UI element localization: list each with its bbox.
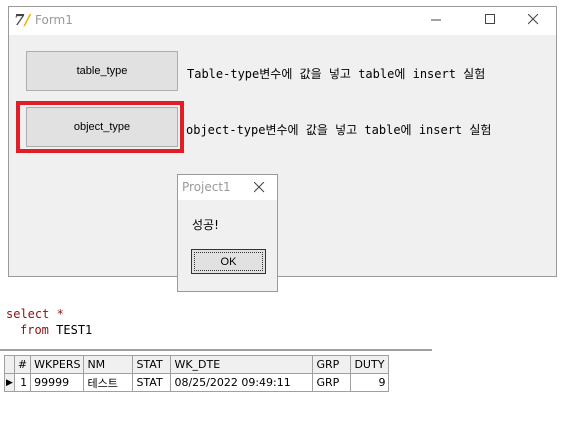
- object-type-description: object-type변수에 값을 넣고 table에 insert 실험: [186, 123, 492, 137]
- grid-indicator-header: [4, 355, 15, 374]
- cell-wkpers[interactable]: 99999: [30, 373, 85, 392]
- result-grid[interactable]: # WKPERS NM STAT WK_DTE GRP DUTY ▶ 1 999…: [4, 355, 390, 392]
- ok-button[interactable]: OK: [191, 249, 266, 274]
- cell-index[interactable]: 1: [13, 373, 32, 392]
- grid-header-grp[interactable]: GRP: [312, 355, 352, 374]
- editor-grid-splitter[interactable]: [0, 349, 432, 351]
- form1-title: Form1: [35, 13, 73, 27]
- message-dialog: Project1 성공! OK: [177, 174, 278, 292]
- dialog-title: Project1: [182, 180, 231, 194]
- grid-header-row: # WKPERS NM STAT WK_DTE GRP DUTY: [4, 355, 390, 374]
- dialog-titlebar[interactable]: Project1: [178, 175, 277, 200]
- dialog-message: 성공!: [192, 218, 219, 232]
- sql-keyword-select: select: [6, 307, 50, 321]
- cell-duty[interactable]: 9: [350, 373, 390, 392]
- cell-grp[interactable]: GRP: [312, 373, 352, 392]
- grid-header-duty[interactable]: DUTY: [350, 355, 390, 374]
- minimize-button[interactable]: [413, 7, 459, 35]
- cell-stat[interactable]: STAT: [132, 373, 172, 392]
- maximize-button[interactable]: [467, 7, 513, 35]
- highlight-box: [16, 101, 184, 153]
- close-button[interactable]: [510, 7, 556, 35]
- delphi-app-icon: 7/: [14, 11, 30, 29]
- cell-wk-dte[interactable]: 08/25/2022 09:49:11: [170, 373, 314, 392]
- minimize-icon: [430, 19, 441, 21]
- grid-header-wkpers[interactable]: WKPERS: [30, 355, 85, 374]
- grid-header-stat[interactable]: STAT: [132, 355, 172, 374]
- form1-titlebar[interactable]: 7/ Form1: [9, 7, 556, 35]
- grid-header-wk-dte[interactable]: WK_DTE: [170, 355, 314, 374]
- table-type-description: Table-type변수에 값을 넣고 table에 insert 실험: [187, 67, 486, 81]
- close-icon: [527, 13, 538, 25]
- row-indicator-icon: ▶: [4, 373, 15, 392]
- sql-line-1: select *: [6, 307, 64, 321]
- sql-line-2: from TEST1: [20, 323, 92, 337]
- cell-nm[interactable]: 테스트: [83, 373, 134, 392]
- sql-star: *: [56, 307, 64, 321]
- sql-table-name: TEST1: [56, 323, 93, 337]
- dialog-close-button[interactable]: [253, 178, 265, 197]
- grid-header-index[interactable]: #: [13, 355, 32, 374]
- close-icon: [253, 181, 265, 193]
- maximize-icon: [484, 14, 495, 24]
- grid-header-nm[interactable]: NM: [83, 355, 134, 374]
- table-row[interactable]: ▶ 1 99999 테스트 STAT 08/25/2022 09:49:11 G…: [4, 373, 390, 392]
- sql-keyword-from: from: [20, 323, 49, 337]
- table-type-button[interactable]: table_type: [26, 51, 178, 91]
